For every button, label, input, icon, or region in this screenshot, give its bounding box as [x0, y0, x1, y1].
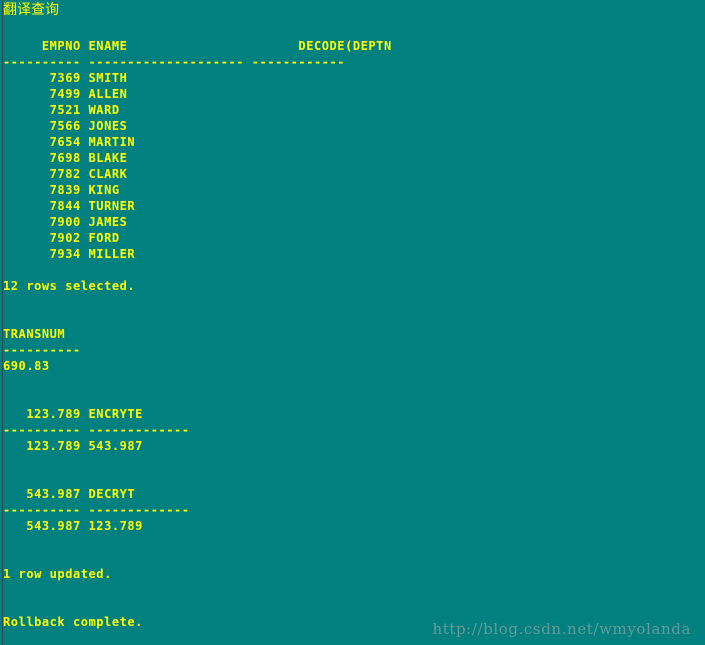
- terminal-line: ---------- -------------: [3, 423, 190, 437]
- terminal-line: TRANSNUM: [3, 327, 66, 341]
- terminal-line: 543.987 DECRYT: [3, 487, 136, 501]
- terminal-line: 7369 SMITH: [3, 71, 128, 85]
- terminal-screen[interactable]: 翻译查询 EMPNO ENAME DECODE(DEPTN ---------- …: [0, 0, 705, 645]
- terminal-line: 7521 WARD: [3, 103, 120, 117]
- terminal-line: 7654 MARTIN: [3, 135, 136, 149]
- terminal-line: 7934 MILLER: [3, 247, 136, 261]
- terminal-line: ----------: [3, 343, 81, 357]
- terminal-line: 7900 JAMES: [3, 215, 128, 229]
- page-title: 翻译查询: [3, 2, 59, 18]
- terminal-line: ---------- -------------: [3, 503, 190, 517]
- terminal-line: 7566 JONES: [3, 119, 128, 133]
- terminal-line: Rollback complete.: [3, 615, 143, 629]
- terminal-line: 690.83: [3, 359, 50, 373]
- terminal-line: 1 row updated.: [3, 567, 112, 581]
- terminal-line: 7844 TURNER: [3, 199, 136, 213]
- terminal-line: 7782 CLARK: [3, 167, 128, 181]
- terminal-line: 12 rows selected.: [3, 279, 136, 293]
- terminal-line: 7839 KING: [3, 183, 120, 197]
- terminal-line: ---------- -------------------- --------…: [3, 55, 346, 69]
- terminal-line: 123.789 543.987: [3, 439, 143, 453]
- terminal-line: 543.987 123.789: [3, 519, 143, 533]
- watermark-url: http://blog.csdn.net/wmyolanda: [432, 620, 691, 638]
- terminal-line: EMPNO ENAME DECODE(DEPTN: [3, 39, 392, 53]
- terminal-line: 7698 BLAKE: [3, 151, 128, 165]
- terminal-line: 7499 ALLEN: [3, 87, 128, 101]
- terminal-line: 123.789 ENCRYTE: [3, 407, 143, 421]
- terminal-line: 7902 FORD: [3, 231, 120, 245]
